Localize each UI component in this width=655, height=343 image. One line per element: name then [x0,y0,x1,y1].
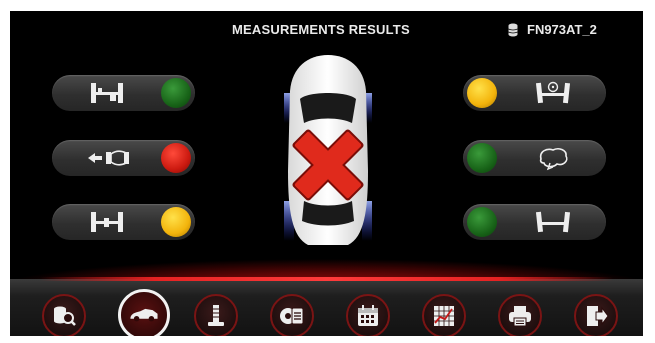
calendar-button[interactable] [346,294,390,336]
status-led [161,78,191,108]
thrust-angle-indicator[interactable] [52,140,195,176]
rear-toe-indicator[interactable] [52,204,195,240]
status-led [161,207,191,237]
rear-camber-indicator[interactable] [463,204,606,240]
database-icon [508,23,518,36]
grid-chart-icon [434,306,454,326]
page-title: MEASUREMENTS RESULTS [232,22,410,37]
vehicle-id: FN973AT_2 [527,22,597,37]
chart-button[interactable] [422,294,466,336]
car-view-button[interactable] [118,289,170,336]
vehicle-id-area: FN973AT_2 [508,22,597,37]
measurement-screen: MEASUREMENTS RESULTS FN973AT_2 [10,11,643,336]
lift-icon [208,305,224,326]
status-led [467,78,497,108]
car-icon [130,308,158,322]
wheel-clipboard-icon [280,307,304,325]
caster-icon [539,148,568,171]
status-led [161,143,191,173]
thrust-angle-icon [88,150,129,166]
exit-button[interactable] [574,294,618,336]
search-database-icon [54,306,76,326]
wheel-report-button[interactable] [270,294,314,336]
camber-steering-indicator[interactable] [463,75,606,111]
print-button[interactable] [498,294,542,336]
exit-icon [587,306,609,326]
rear-camber-icon [535,211,571,233]
caster-indicator[interactable] [463,140,606,176]
steering-camber-icon [535,81,571,104]
front-toe-indicator[interactable] [52,75,195,111]
bottom-navigation-bar [10,279,643,336]
rear-axle-toe-icon [91,212,123,232]
lift-button[interactable] [194,294,238,336]
calendar-icon [358,305,378,326]
status-led [467,207,497,237]
fail-x-icon [292,129,364,201]
front-axle-toe-icon [91,83,123,103]
printer-icon [509,306,531,327]
status-led [467,143,497,173]
accent-line [40,277,613,281]
search-button[interactable] [42,294,86,336]
